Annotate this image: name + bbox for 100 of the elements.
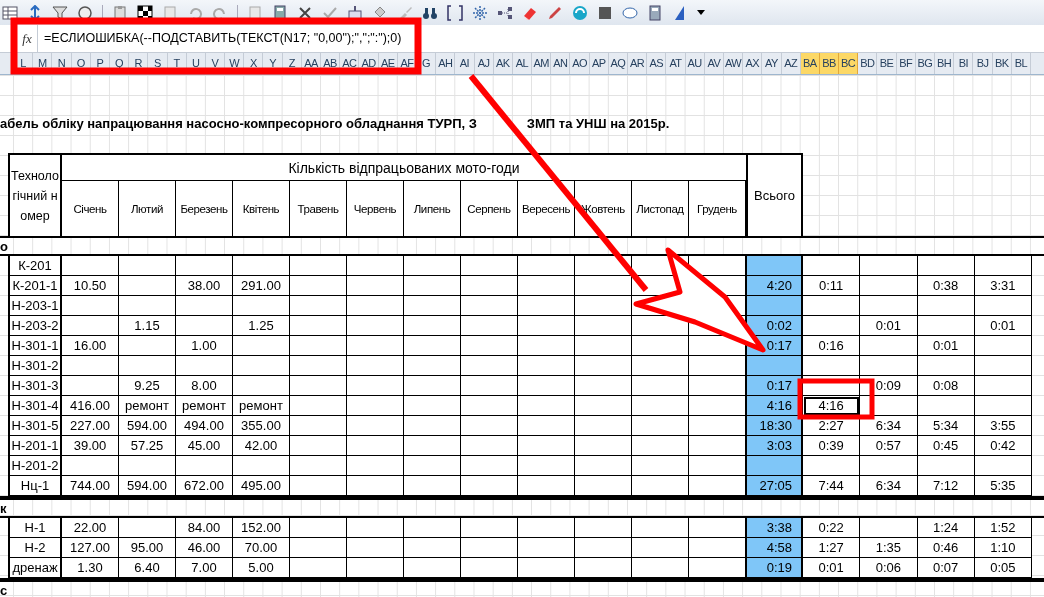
table-cell[interactable] — [803, 296, 861, 316]
table-cell[interactable] — [860, 518, 918, 538]
column-header[interactable]: L — [14, 53, 34, 74]
table-cell[interactable]: 0:42 — [974, 436, 1032, 456]
table-cell[interactable]: 0:01 — [974, 316, 1032, 336]
column-header[interactable]: AP — [589, 53, 609, 74]
table-cell[interactable] — [974, 396, 1032, 416]
table-cell[interactable]: 0:01 — [917, 336, 975, 356]
column-header[interactable]: AM — [532, 53, 552, 74]
table-cell[interactable] — [860, 276, 918, 296]
table-cell[interactable]: 5:34 — [917, 416, 975, 436]
table-cell[interactable]: 6:34 — [860, 476, 918, 496]
column-header[interactable]: AT — [666, 53, 686, 74]
table-cell[interactable]: 1:52 — [974, 518, 1032, 538]
table-cell[interactable]: 7:44 — [803, 476, 861, 496]
table-cell[interactable] — [974, 296, 1032, 316]
cloud-icon[interactable] — [622, 4, 638, 21]
table-cell[interactable]: 1:35 — [860, 538, 918, 558]
column-header[interactable]: BJ — [973, 53, 993, 74]
column-header[interactable]: AC — [340, 53, 360, 74]
table-cell[interactable]: 0:05 — [974, 558, 1032, 578]
coin-icon[interactable] — [77, 4, 93, 21]
table-cell[interactable] — [974, 356, 1032, 376]
table-cell[interactable]: 7:12 — [917, 476, 975, 496]
column-header[interactable]: BI — [954, 53, 974, 74]
table-cell[interactable] — [803, 256, 861, 276]
table-cell[interactable]: 4:16 — [803, 396, 861, 416]
column-header[interactable]: M — [33, 53, 53, 74]
column-header[interactable]: AW — [723, 53, 744, 74]
table-cell[interactable] — [974, 256, 1032, 276]
table-cell[interactable] — [803, 456, 861, 476]
column-header[interactable]: BG — [915, 53, 935, 74]
table-cell[interactable]: 0:22 — [803, 518, 861, 538]
column-header[interactable]: AX — [743, 53, 763, 74]
table-cell[interactable] — [917, 356, 975, 376]
column-header[interactable]: BC — [839, 53, 859, 74]
column-header[interactable]: AR — [628, 53, 648, 74]
column-header[interactable]: AI — [455, 53, 475, 74]
table-cell[interactable]: 0:01 — [803, 558, 861, 578]
column-header[interactable]: Y — [263, 53, 283, 74]
table-cell[interactable]: 1:10 — [974, 538, 1032, 558]
formula-field[interactable]: =ЕСЛИОШИБКА(--ПОДСТАВИТЬ(ТЕКСТ(N17; "0,00");",";":");0) — [37, 25, 1044, 52]
table-icon[interactable] — [2, 4, 18, 21]
column-header[interactable]: U — [186, 53, 206, 74]
node-graph-icon[interactable] — [497, 4, 513, 21]
table-cell[interactable] — [917, 456, 975, 476]
column-header[interactable]: AU — [685, 53, 705, 74]
column-header[interactable]: AN — [551, 53, 571, 74]
close-icon[interactable] — [297, 4, 313, 21]
column-header[interactable]: AV — [704, 53, 724, 74]
column-header[interactable]: BE — [877, 53, 897, 74]
column-header[interactable]: BD — [858, 53, 878, 74]
table-cell[interactable]: 0:08 — [917, 376, 975, 396]
table-cell[interactable] — [917, 396, 975, 416]
table-cell[interactable]: 0:16 — [803, 336, 861, 356]
column-header[interactable]: R — [129, 53, 149, 74]
clipboard-icon[interactable] — [247, 4, 263, 21]
table-cell[interactable]: 0:07 — [917, 558, 975, 578]
table-cell[interactable] — [917, 256, 975, 276]
clipboard-icon[interactable] — [162, 4, 178, 21]
table-cell[interactable]: 0:06 — [860, 558, 918, 578]
snowflake-icon[interactable] — [472, 4, 488, 21]
column-header[interactable]: S — [148, 53, 168, 74]
table-cell[interactable]: 5:35 — [974, 476, 1032, 496]
column-header[interactable]: AJ — [474, 53, 494, 74]
table-cell[interactable] — [860, 296, 918, 316]
column-header[interactable]: AZ — [781, 53, 801, 74]
table-cell[interactable] — [974, 376, 1032, 396]
table-cell[interactable]: 0:57 — [860, 436, 918, 456]
table-cell[interactable]: 0:11 — [803, 276, 861, 296]
column-header[interactable]: AO — [570, 53, 590, 74]
calculator-icon[interactable] — [272, 4, 288, 21]
table-cell[interactable] — [860, 256, 918, 276]
table-cell[interactable] — [803, 356, 861, 376]
column-header[interactable]: AL — [512, 53, 533, 74]
function-label[interactable]: fx — [19, 30, 35, 47]
column-header[interactable]: AQ — [608, 53, 628, 74]
calculator-icon[interactable] — [647, 4, 663, 21]
table-cell[interactable]: 3:55 — [974, 416, 1032, 436]
table-cell[interactable] — [860, 456, 918, 476]
brackets-icon[interactable] — [447, 4, 463, 21]
table-cell[interactable] — [974, 336, 1032, 356]
clipboard-icon[interactable] — [112, 4, 128, 21]
square-icon[interactable] — [597, 4, 613, 21]
table-cell[interactable]: 1:24 — [917, 518, 975, 538]
column-header[interactable]: AH — [436, 53, 456, 74]
table-cell[interactable] — [860, 336, 918, 356]
column-header[interactable]: BF — [896, 53, 916, 74]
column-header[interactable]: G — [416, 53, 437, 74]
column-header[interactable]: AD — [359, 53, 379, 74]
column-header[interactable]: W — [225, 53, 245, 74]
table-cell[interactable]: 0:45 — [917, 436, 975, 456]
column-header[interactable]: AB — [321, 53, 341, 74]
table-cell[interactable] — [974, 456, 1032, 476]
column-header[interactable]: Z — [282, 53, 302, 74]
column-header[interactable]: T — [167, 53, 187, 74]
column-header[interactable]: BL — [1011, 53, 1031, 74]
table-cell[interactable]: 6:34 — [860, 416, 918, 436]
table-cell[interactable]: 0:01 — [860, 316, 918, 336]
column-header[interactable]: V — [205, 53, 226, 74]
